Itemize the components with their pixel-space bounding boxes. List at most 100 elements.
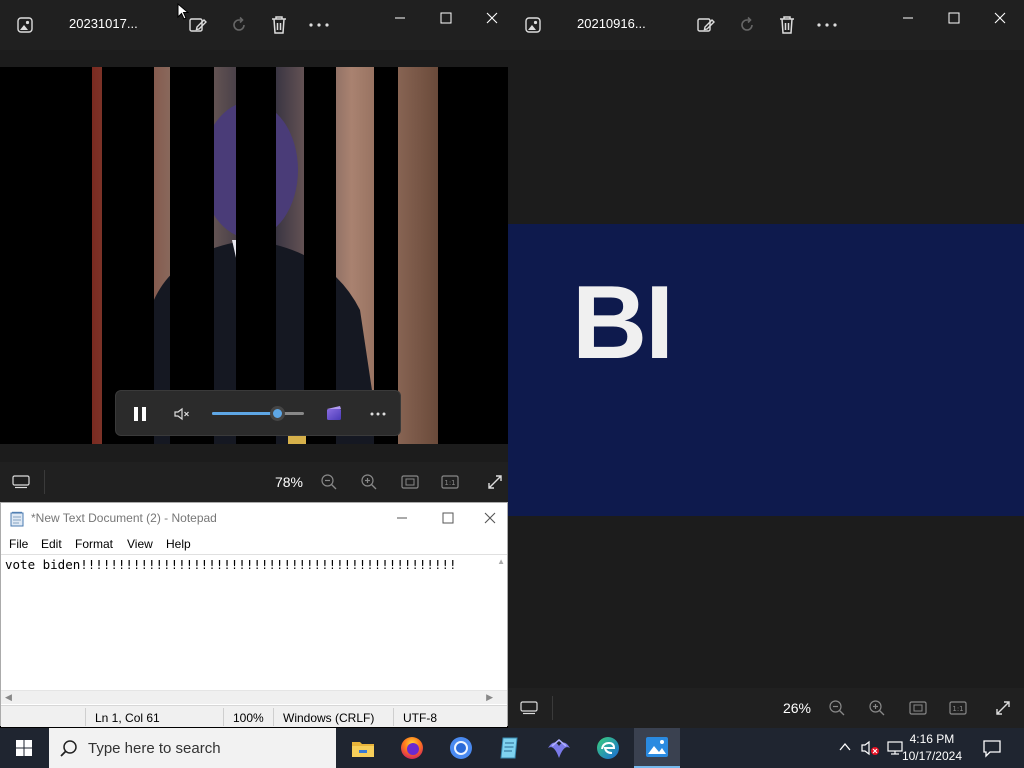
clip-icon[interactable]: [324, 404, 344, 424]
rotate-icon[interactable]: [227, 13, 251, 37]
window-title: 20231017...: [69, 16, 138, 31]
volume-thumb[interactable]: [270, 406, 285, 421]
scroll-up-icon[interactable]: ▲: [497, 557, 505, 566]
menu-edit[interactable]: Edit: [41, 537, 62, 551]
notepad-title: *New Text Document (2) - Notepad: [31, 511, 217, 525]
notepad-title-bar: *New Text Document (2) - Notepad: [1, 503, 507, 533]
close-button[interactable]: [469, 4, 508, 32]
pause-icon[interactable]: [130, 404, 150, 424]
title-bar: 20210916...: [508, 0, 1024, 50]
rotate-icon[interactable]: [735, 13, 759, 37]
separator: [552, 696, 553, 720]
file-explorer-icon[interactable]: [343, 732, 383, 764]
divider: [273, 708, 274, 726]
media-controls: [115, 390, 401, 436]
clock[interactable]: 4:16 PM 10/17/2024: [902, 731, 962, 765]
minimize-button[interactable]: [885, 4, 931, 32]
zoom-level: 26%: [782, 700, 812, 716]
full-screen-icon[interactable]: [484, 472, 506, 492]
taskbar: Type here to search 4:16 PM 10/17/2024: [0, 728, 1024, 768]
svg-text:1:1: 1:1: [444, 479, 455, 487]
edit-image-icon[interactable]: [694, 13, 718, 37]
search-box[interactable]: Type here to search: [49, 728, 336, 768]
filmstrip-icon[interactable]: [11, 472, 31, 492]
photos-app-icon: [521, 13, 545, 37]
start-button[interactable]: [0, 728, 48, 768]
menu-format[interactable]: Format: [75, 537, 113, 551]
banner-text: BI: [572, 265, 674, 381]
more-options-icon[interactable]: [815, 13, 839, 37]
volume-slider[interactable]: [212, 406, 304, 421]
date: 10/17/2024: [901, 749, 962, 763]
divider: [85, 708, 86, 726]
bottom-toolbar: 78% 1:1: [0, 462, 508, 502]
search-icon: [60, 739, 78, 762]
zoom-out-icon[interactable]: [318, 472, 340, 492]
minimize-button[interactable]: [377, 4, 423, 32]
zoom-in-icon[interactable]: [866, 698, 888, 718]
volume-fill: [212, 412, 278, 415]
video-viewer[interactable]: [0, 50, 508, 462]
actual-size-icon[interactable]: 1:1: [439, 472, 461, 492]
menu-bar: File Edit Format View Help: [1, 534, 507, 554]
edge-icon[interactable]: [588, 732, 628, 764]
close-button[interactable]: [471, 503, 509, 533]
windows-icon: [16, 740, 32, 756]
notifications-icon[interactable]: [982, 738, 1002, 763]
delete-icon[interactable]: [267, 13, 291, 37]
status-bar: Ln 1, Col 61 100% Windows (CRLF) UTF-8: [1, 705, 507, 727]
chevron-up-icon[interactable]: [838, 740, 852, 759]
text-editor[interactable]: vote biden!!!!!!!!!!!!!!!!!!!!!!!!!!!!!!…: [1, 554, 507, 690]
filmstrip-icon[interactable]: [519, 698, 539, 718]
menu-view[interactable]: View: [127, 537, 153, 551]
chrome-icon[interactable]: [441, 732, 481, 764]
minimize-button[interactable]: [379, 503, 425, 533]
svg-text:1:1: 1:1: [952, 705, 963, 713]
time: 4:16 PM: [909, 732, 955, 746]
edit-image-icon[interactable]: [186, 13, 210, 37]
menu-help[interactable]: Help: [166, 537, 191, 551]
photos-window-left: 20231017... 78% 1:1: [0, 0, 508, 502]
bottom-toolbar: 26% 1:1: [508, 688, 1024, 728]
search-placeholder: Type here to search: [88, 740, 221, 757]
notepad-window: *New Text Document (2) - Notepad File Ed…: [0, 502, 508, 727]
notepad-taskbar-icon[interactable]: [490, 732, 530, 764]
zoom-in-icon[interactable]: [358, 472, 380, 492]
divider: [393, 708, 394, 726]
fit-to-window-icon[interactable]: [907, 698, 929, 718]
maximize-button[interactable]: [931, 4, 977, 32]
scroll-left-icon[interactable]: ◀: [5, 692, 12, 703]
title-bar: 20231017...: [0, 0, 508, 50]
more-options-icon[interactable]: [307, 13, 331, 37]
divider: [223, 708, 224, 726]
firefox-icon[interactable]: [392, 732, 432, 764]
close-button[interactable]: [977, 4, 1023, 32]
fit-to-window-icon[interactable]: [399, 472, 421, 492]
delete-icon[interactable]: [775, 13, 799, 37]
maximize-button[interactable]: [423, 4, 469, 32]
menu-file[interactable]: File: [9, 537, 28, 551]
mute-icon[interactable]: [172, 404, 192, 424]
full-screen-icon[interactable]: [992, 698, 1014, 718]
encoding: UTF-8: [403, 711, 437, 725]
image-viewer[interactable]: BI: [508, 50, 1024, 688]
actual-size-icon[interactable]: 1:1: [947, 698, 969, 718]
zoom-level: 100%: [233, 711, 264, 725]
photos-taskbar-icon[interactable]: [634, 728, 680, 768]
window-title: 20210916...: [577, 16, 646, 31]
photos-app-icon: [13, 13, 37, 37]
cursor-position: Ln 1, Col 61: [95, 711, 160, 725]
zoom-out-icon[interactable]: [826, 698, 848, 718]
separator: [44, 470, 45, 494]
more-options-icon[interactable]: [368, 404, 388, 424]
zoom-level: 78%: [274, 474, 304, 490]
maximize-button[interactable]: [425, 503, 471, 533]
banner-image: BI: [508, 224, 1024, 516]
photos-window-right: 20210916... BI 26% 1:1: [508, 0, 1024, 728]
notepad-app-icon: [9, 511, 25, 532]
volume-muted-icon[interactable]: [860, 739, 880, 762]
media-app-icon[interactable]: [539, 732, 579, 764]
line-ending: Windows (CRLF): [283, 711, 375, 725]
horizontal-scrollbar[interactable]: ◀ ▶: [1, 690, 507, 704]
scroll-right-icon[interactable]: ▶: [486, 692, 493, 703]
